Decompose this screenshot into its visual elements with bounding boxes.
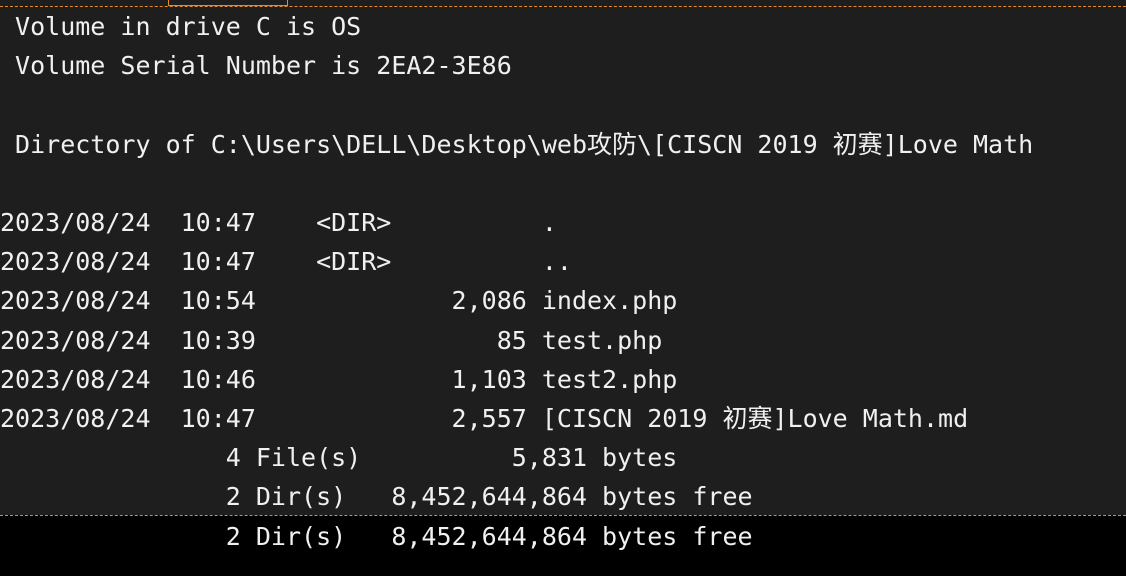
serial-number-line: Volume Serial Number is 2EA2-3E86: [0, 51, 512, 80]
console-window[interactable]: Volume in drive C is OS Volume Serial Nu…: [0, 0, 1126, 576]
directory-header-line: Directory of C:\Users\DELL\Desktop\web攻防…: [0, 130, 1034, 159]
dir-entry-row: 2023/08/24 10:47 2,557 [CISCN 2019 初赛]Lo…: [0, 404, 969, 433]
dir-entry-row: 2023/08/24 10:47 <DIR> ..: [0, 247, 572, 276]
dir-summary-line: 2 Dir(s) 8,452,644,864 bytes free: [0, 482, 753, 511]
dir-entry-row: 2023/08/24 10:54 2,086 index.php: [0, 286, 678, 315]
file-summary-line: 4 File(s) 5,831 bytes: [0, 443, 678, 472]
dir-entry-row: 2023/08/24 10:47 <DIR> .: [0, 208, 557, 237]
volume-label-line: Volume in drive C is OS: [0, 12, 362, 41]
dir-entry-row: 2023/08/24 10:39 85 test.php: [0, 326, 663, 355]
dir-summary-line-repeat: 2 Dir(s) 8,452,644,864 bytes free: [0, 522, 753, 551]
dir-entry-row: 2023/08/24 10:46 1,103 test2.php: [0, 365, 678, 394]
